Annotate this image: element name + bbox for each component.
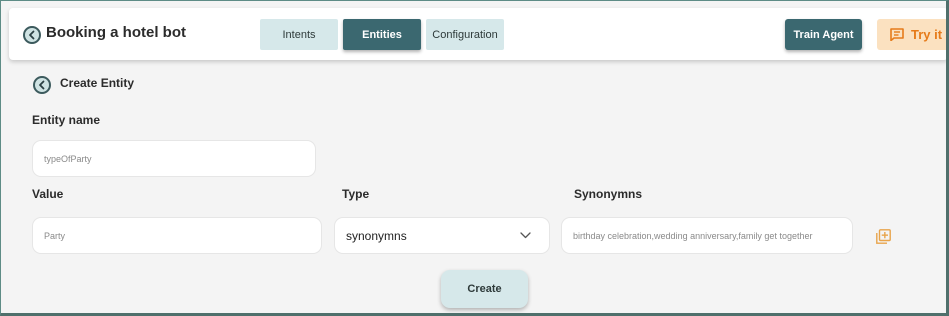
tab-entities[interactable]: Entities <box>343 19 421 50</box>
tab-intents[interactable]: Intents <box>260 19 338 50</box>
tab-configuration[interactable]: Configuration <box>426 19 504 50</box>
chevron-down-icon <box>520 232 531 239</box>
value-label: Value <box>32 187 64 201</box>
try-it-label: Try it <box>911 27 943 42</box>
type-select[interactable]: synonymns <box>334 217 550 254</box>
chat-bubble-icon <box>890 28 904 41</box>
try-it-button[interactable]: Try it <box>877 19 948 50</box>
back-icon[interactable] <box>23 26 41 44</box>
app-header: Booking a hotel bot Intents Entities Con… <box>9 8 948 60</box>
synonyms-label: Synonymns <box>574 187 643 201</box>
entity-name-input[interactable]: typeOfParty <box>32 140 316 177</box>
train-agent-button[interactable]: Train Agent <box>785 19 862 50</box>
entity-name-label: Entity name <box>32 113 101 127</box>
value-input[interactable]: Party <box>32 217 322 254</box>
create-button[interactable]: Create <box>441 270 528 308</box>
type-select-value: synonymns <box>346 228 407 243</box>
app-title: Booking a hotel bot <box>46 24 186 41</box>
add-box-icon[interactable] <box>876 229 891 244</box>
type-label: Type <box>342 187 370 201</box>
back-icon[interactable] <box>33 76 51 94</box>
page-title: Create Entity <box>60 76 135 90</box>
synonyms-input[interactable]: birthday celebration,wedding anniversary… <box>561 217 853 254</box>
